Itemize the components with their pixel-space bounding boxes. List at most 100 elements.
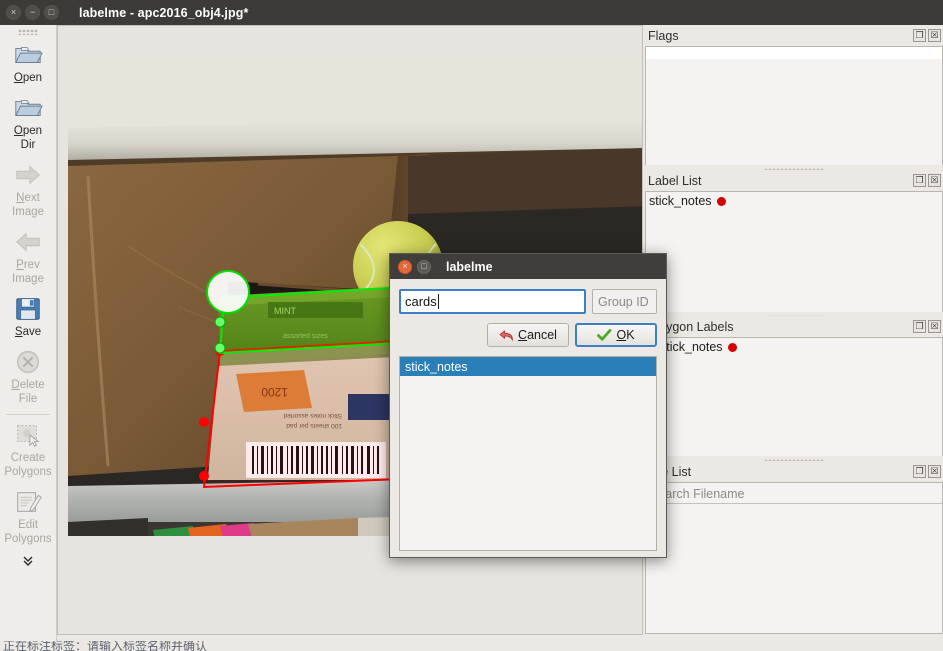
- label-entry-dialog: × □ labelme cards Group ID Cancel OK sti…: [389, 253, 667, 558]
- dock-file-list-titlebar: File List ❐ ☒: [645, 461, 943, 482]
- dock-flags-title: Flags: [648, 28, 679, 43]
- float-icon: ❐: [915, 175, 924, 185]
- close-icon: ☒: [930, 175, 939, 185]
- float-icon: ❐: [915, 466, 924, 476]
- toolbar-item-open[interactable]: OOpenpen: [0, 37, 57, 90]
- text-caret: [437, 294, 439, 309]
- chevron-double-down-icon: [23, 556, 33, 566]
- dock-file-list-close-button[interactable]: ☒: [928, 465, 941, 478]
- dialog-title: labelme: [446, 259, 493, 274]
- list-item[interactable]: stick_notes: [646, 192, 942, 210]
- dialog-title-bar: × □ labelme: [390, 254, 666, 279]
- dock-label-list: Label List ❐ ☒ stick_notes: [645, 170, 943, 318]
- close-icon: ×: [402, 261, 408, 271]
- status-bar: 正在标注标签：请输入标签名称并确认: [0, 641, 943, 651]
- dock-polygon-labels-title: Polygon Labels: [648, 319, 734, 334]
- label-suggestion-list[interactable]: stick_notes: [399, 356, 657, 551]
- dialog-button-row: Cancel OK: [399, 323, 657, 347]
- dock-file-list-title: File List: [648, 464, 692, 479]
- dock-file-list-float-button[interactable]: ❐: [913, 465, 926, 478]
- open-dir-folder-icon: [15, 100, 43, 116]
- dock-polygon-labels-close-button[interactable]: ☒: [928, 320, 941, 333]
- toolbar-item-edit-polygons[interactable]: Edit Polygons: [0, 484, 57, 551]
- create-polygon-icon: [17, 425, 40, 447]
- window-close-button[interactable]: ×: [6, 5, 21, 20]
- maximize-icon: □: [48, 7, 55, 17]
- dock-label-list-title: Label List: [648, 173, 702, 188]
- label-list-item-text: stick_notes: [649, 194, 712, 208]
- dock-file-list-body[interactable]: Search Filename: [645, 482, 943, 634]
- dock-label-list-close-button[interactable]: ☒: [928, 174, 941, 187]
- dock-polygon-labels-body[interactable]: stick_notes: [645, 337, 943, 461]
- suggestion-item-label: stick_notes: [405, 359, 468, 374]
- polygon-vertex[interactable]: [199, 471, 209, 481]
- dock-label-list-body[interactable]: stick_notes: [645, 191, 943, 317]
- close-icon: ☒: [930, 30, 939, 40]
- maximize-icon: □: [421, 261, 427, 271]
- edit-polygon-icon: [17, 492, 42, 513]
- polygon-label-item-text: stick_notes: [660, 340, 723, 354]
- check-mark-icon: [597, 328, 612, 341]
- toolbar-item-prev-image[interactable]: Prev Image: [0, 224, 57, 291]
- dock-file-list: File List ❐ ☒ Search Filename: [645, 461, 943, 635]
- toolbar-separator: [6, 414, 50, 415]
- toolbar-label-save: Save: [14, 326, 42, 338]
- polygon-vertex-highlight[interactable]: [206, 270, 250, 314]
- delete-circle-icon: [16, 350, 40, 374]
- list-item[interactable]: stick_notes: [646, 338, 942, 356]
- dock-label-list-float-button[interactable]: ❐: [913, 174, 926, 187]
- toolbar-label-open-dir: Open Dir: [13, 125, 43, 151]
- window-title: labelme - apc2016_obj4.jpg*: [79, 5, 249, 20]
- close-icon: ☒: [930, 466, 939, 476]
- labelme-application-window: × − □ labelme - apc2016_obj4.jpg* OOpenp…: [0, 0, 943, 651]
- cancel-button-label: Cancel: [518, 328, 557, 342]
- dialog-close-button[interactable]: ×: [398, 259, 412, 274]
- dock-polygon-labels-float-button[interactable]: ❐: [913, 320, 926, 333]
- dock-flags: Flags ❐ ☒: [645, 25, 943, 171]
- arrow-left-icon: [16, 232, 40, 252]
- toolbar-label-next-image: Next Image: [12, 192, 44, 218]
- toolbar-label-prev-image: Prev Image: [12, 259, 44, 285]
- close-icon: ×: [10, 7, 17, 17]
- status-bar-text: 正在标注标签：请输入标签名称并确认: [3, 641, 208, 651]
- dock-flags-float-button[interactable]: ❐: [913, 29, 926, 42]
- polygon-vertex[interactable]: [199, 417, 209, 427]
- dock-polygon-labels: Polygon Labels ❐ ☒ stick_notes: [645, 316, 943, 462]
- dock-polygon-labels-titlebar: Polygon Labels ❐ ☒: [645, 316, 943, 337]
- toolbar-drag-handle[interactable]: [18, 29, 38, 35]
- dock-label-list-titlebar: Label List ❐ ☒: [645, 170, 943, 191]
- dock-flags-close-button[interactable]: ☒: [928, 29, 941, 42]
- close-icon: ☒: [930, 321, 939, 331]
- toolbar-item-next-image[interactable]: Next Image: [0, 157, 57, 224]
- dock-flags-body[interactable]: [645, 46, 943, 168]
- dialog-maximize-button[interactable]: □: [417, 259, 431, 274]
- toolbar-item-save[interactable]: Save: [0, 291, 57, 344]
- group-id-input[interactable]: Group ID: [592, 289, 657, 314]
- list-item[interactable]: stick_notes: [400, 357, 656, 376]
- label-color-dot: [727, 342, 737, 352]
- toolbar-item-open-dir[interactable]: Open Dir: [0, 90, 57, 157]
- float-icon: ❐: [915, 30, 924, 40]
- undo-arrow-icon: [499, 329, 514, 341]
- label-name-input[interactable]: cards: [399, 289, 586, 314]
- label-color-dot: [716, 196, 726, 206]
- cancel-button[interactable]: Cancel: [487, 323, 569, 347]
- polygon-vertex[interactable]: [214, 342, 226, 354]
- group-id-placeholder: Group ID: [598, 294, 649, 309]
- dialog-body: cards Group ID Cancel OK stick_notes: [390, 279, 666, 560]
- search-filename-input[interactable]: Search Filename: [646, 485, 942, 504]
- floppy-disk-icon: [16, 298, 40, 320]
- ok-button[interactable]: OK: [575, 323, 657, 347]
- arrow-right-icon: [16, 165, 40, 185]
- window-minimize-button[interactable]: −: [25, 5, 40, 20]
- open-folder-icon: [15, 47, 43, 63]
- toolbar-label-edit-polygons: Edit Polygons: [4, 519, 52, 545]
- toolbar-item-create-polygons[interactable]: Create Polygons: [0, 417, 57, 484]
- polygon-vertex[interactable]: [214, 316, 226, 328]
- left-toolbar: OOpenpen OpenDir NextImage PrevImage: [0, 25, 57, 651]
- toolbar-label-open: OOpenpen: [13, 72, 43, 84]
- toolbar-item-delete-file[interactable]: Delete File: [0, 344, 57, 411]
- toolbar-expand-button[interactable]: [21, 555, 35, 568]
- window-maximize-button[interactable]: □: [44, 5, 59, 20]
- dock-flags-titlebar: Flags ❐ ☒: [645, 25, 943, 46]
